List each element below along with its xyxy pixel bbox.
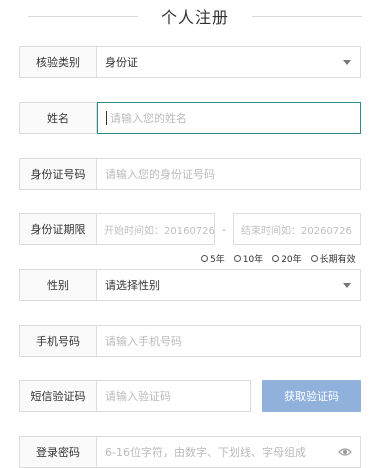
radio-option-5y[interactable]: 5年 <box>201 252 225 265</box>
phone-placeholder: 请输入手机号码 <box>105 335 182 348</box>
id-number-row: 身份证号码 请输入您的身份证号码 <box>19 158 361 190</box>
password-row: 登录密码 6-16位字符，由数字、下划线、字母组成 <box>19 436 361 468</box>
sms-code-placeholder: 请输入验证码 <box>105 390 171 403</box>
chevron-down-icon <box>343 60 351 65</box>
radio-circle-icon <box>201 254 208 262</box>
name-label: 姓名 <box>19 102 97 134</box>
password-label: 登录密码 <box>19 436 97 468</box>
id-number-input[interactable]: 请输入您的身份证号码 <box>97 158 361 190</box>
name-placeholder: 请输入您的姓名 <box>110 112 187 125</box>
text-caret <box>106 111 107 125</box>
id-validity-label: 身份证期限 <box>19 213 97 245</box>
sms-code-label: 短信验证码 <box>19 380 97 412</box>
verify-type-row: 核验类别 身份证 <box>19 46 361 78</box>
date-separator: - <box>222 222 226 236</box>
radio-circle-icon <box>233 254 241 262</box>
radio-option-permanent[interactable]: 长期有效 <box>310 252 356 265</box>
get-sms-code-button[interactable]: 获取验证码 <box>262 380 361 412</box>
phone-input[interactable]: 请输入手机号码 <box>97 325 361 357</box>
title-divider-right <box>252 16 362 17</box>
page-header: 个人注册 <box>0 4 390 28</box>
validity-start-input[interactable]: 开始时间如：20160726 <box>97 213 215 245</box>
verify-type-label: 核验类别 <box>19 46 97 78</box>
password-placeholder: 6-16位字符，由数字、下划线、字母组成 <box>105 446 306 459</box>
gender-select[interactable]: 请选择性别 <box>97 269 361 301</box>
id-number-placeholder: 请输入您的身份证号码 <box>105 168 215 181</box>
validity-end-input[interactable]: 结束时间如：20260726 <box>233 213 361 245</box>
gender-label: 性别 <box>19 269 97 301</box>
radio-circle-icon <box>272 254 280 262</box>
gender-value: 请选择性别 <box>105 279 160 292</box>
validity-end-placeholder: 结束时间如：20260726 <box>241 225 352 237</box>
name-input[interactable]: 请输入您的姓名 <box>97 102 361 134</box>
radio-option-20y[interactable]: 20年 <box>272 252 302 265</box>
chevron-down-icon <box>343 283 351 288</box>
verify-type-select[interactable]: 身份证 <box>97 46 361 78</box>
validity-start-placeholder: 开始时间如：20160726 <box>104 225 215 237</box>
radio-circle-icon <box>310 254 318 262</box>
sms-code-row: 短信验证码 请输入验证码 获取验证码 <box>19 380 361 412</box>
id-validity-row: 身份证期限 开始时间如：20160726 - 结束时间如：20260726 <box>19 213 361 245</box>
password-input[interactable]: 6-16位字符，由数字、下划线、字母组成 <box>97 436 361 468</box>
name-row: 姓名 请输入您的姓名 <box>19 102 361 134</box>
eye-icon[interactable] <box>338 447 352 457</box>
validity-period-options: 5年 10年 20年 长期有效 <box>201 252 371 265</box>
phone-row: 手机号码 请输入手机号码 <box>19 325 361 357</box>
verify-type-value: 身份证 <box>105 56 138 69</box>
radio-option-10y[interactable]: 10年 <box>233 252 263 265</box>
id-number-label: 身份证号码 <box>19 158 97 190</box>
phone-label: 手机号码 <box>19 325 97 357</box>
sms-code-input[interactable]: 请输入验证码 <box>97 380 251 412</box>
gender-row: 性别 请选择性别 <box>19 269 361 301</box>
